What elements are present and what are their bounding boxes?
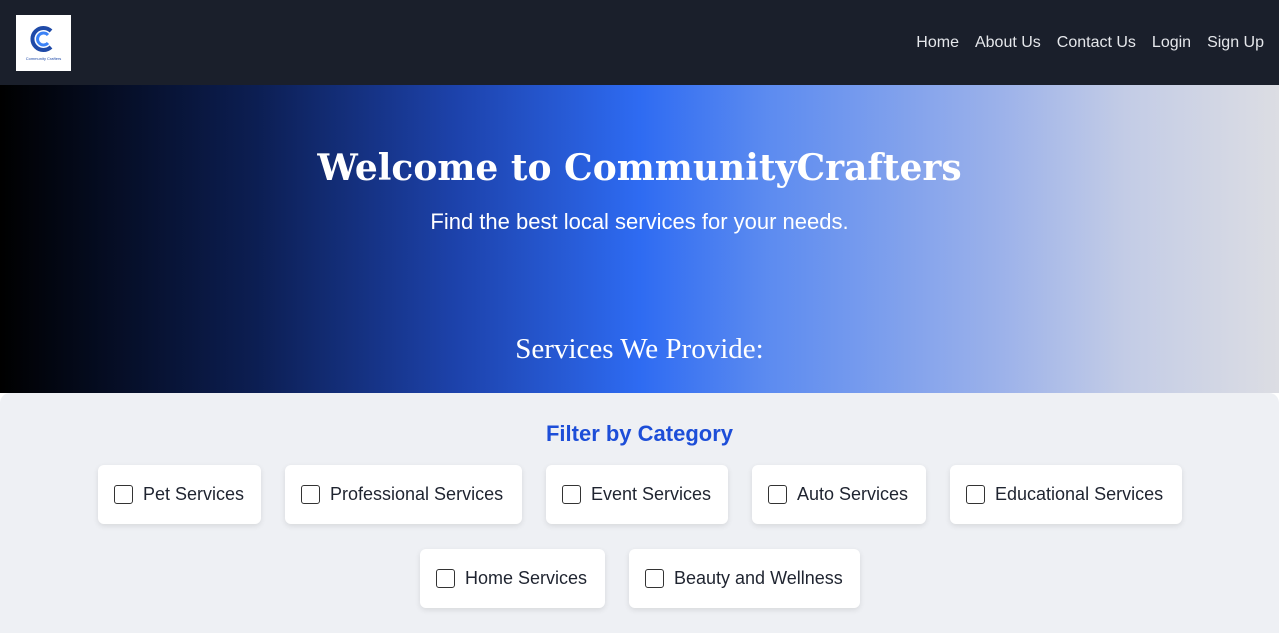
nav-contact-link[interactable]: Contact Us: [1057, 34, 1136, 52]
top-navbar: Community Crafters Home About Us Contact…: [0, 0, 1279, 85]
nav-links: Home About Us Contact Us Login Sign Up: [916, 34, 1264, 52]
category-chip-educational-services[interactable]: Educational Services: [950, 465, 1182, 524]
category-label: Beauty and Wellness: [674, 568, 843, 588]
nav-about-link[interactable]: About Us: [975, 34, 1041, 52]
hero-section: Welcome to CommunityCrafters Find the be…: [0, 85, 1279, 633]
category-chip-event-services[interactable]: Event Services: [546, 465, 728, 524]
category-chip-home-services[interactable]: Home Services: [420, 549, 605, 608]
nav-home-link[interactable]: Home: [916, 34, 959, 52]
category-label: Event Services: [591, 484, 712, 504]
category-label: Home Services: [465, 568, 588, 588]
category-label: Auto Services: [797, 484, 909, 504]
category-chip-beauty-and-wellness[interactable]: Beauty and Wellness: [629, 549, 860, 608]
category-label: Professional Services: [330, 484, 504, 504]
checkbox[interactable]: [645, 569, 664, 588]
nav-signup-link[interactable]: Sign Up: [1207, 34, 1264, 52]
checkbox[interactable]: [301, 485, 320, 504]
checkbox[interactable]: [768, 485, 787, 504]
logo-c-icon: [30, 26, 52, 52]
category-chip-auto-services[interactable]: Auto Services: [752, 465, 926, 524]
services-heading: Services We Provide:: [515, 333, 764, 365]
category-chip-professional-services[interactable]: Professional Services: [285, 465, 522, 524]
hero-title: Welcome to CommunityCrafters: [317, 147, 962, 189]
category-filter-panel: Filter by Category Pet Services Professi…: [0, 393, 1279, 633]
logo-text: Community Crafters: [25, 56, 62, 61]
category-chip-pet-services[interactable]: Pet Services: [98, 465, 261, 524]
checkbox[interactable]: [562, 485, 581, 504]
category-label: Educational Services: [995, 484, 1164, 504]
checkbox[interactable]: [966, 485, 985, 504]
category-label: Pet Services: [143, 484, 245, 504]
hero-subtitle: Find the best local services for your ne…: [430, 209, 849, 234]
filter-title: Filter by Category: [545, 421, 734, 446]
checkbox[interactable]: [114, 485, 133, 504]
checkbox[interactable]: [436, 569, 455, 588]
nav-login-link[interactable]: Login: [1152, 34, 1191, 52]
site-logo[interactable]: Community Crafters: [16, 14, 71, 71]
